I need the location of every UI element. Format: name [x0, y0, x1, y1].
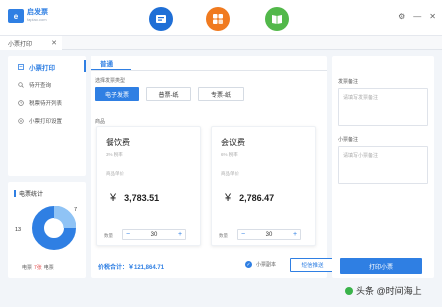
unit-price: ¥ 3,783.51: [110, 192, 159, 204]
price-value: 3,783.51: [124, 193, 160, 203]
plus-icon[interactable]: +: [290, 231, 300, 238]
app-logo: e 启发票 fapiao.com: [8, 9, 48, 23]
total-amount: 价税合计：￥121,864.71: [98, 265, 165, 271]
sidebar-item-receipt-print[interactable]: 小票打印: [8, 60, 86, 74]
sms-send-button[interactable]: 短信推送: [290, 258, 335, 272]
tab-normal[interactable]: 普通: [91, 56, 131, 70]
quantity-input[interactable]: 30: [248, 232, 290, 238]
stats-donut-chart: [32, 206, 76, 250]
checkbox-label: 小票副本: [256, 262, 277, 268]
quantity-input[interactable]: 30: [133, 232, 175, 238]
currency-symbol: ¥: [110, 192, 117, 204]
top-bar: e 启发票 fapiao.com ⚙ — ✕: [0, 0, 442, 36]
check-icon: ✓: [245, 261, 252, 268]
tab-receipt-print[interactable]: 小票打印 ✕: [0, 36, 62, 50]
sidebar-item-label: 小票打印设置: [29, 119, 63, 125]
sidebar-item-label: 待开查询: [29, 83, 52, 89]
currency-symbol: ¥: [225, 192, 232, 204]
legend-suffix: 电票: [43, 265, 54, 271]
minus-icon[interactable]: −: [238, 231, 248, 238]
sidebar-scroll-indicator: [84, 60, 86, 70]
watermark: 头条 @时间海上: [345, 284, 422, 297]
tab-strip: 小票打印 ✕: [0, 36, 442, 50]
goods-name: 会议费: [221, 138, 245, 147]
goods-card-meeting[interactable]: 会议费 6% 税率 商品单价 ¥ 2,786.47 数量 − 30 +: [211, 126, 316, 246]
type-e-invoice-button[interactable]: 电子发票: [95, 87, 139, 101]
invoice-type-label: 选择发票类型: [95, 78, 126, 84]
settings-icon: [18, 118, 24, 124]
quantity-label: 数量: [104, 233, 113, 238]
tax-rate: 6% 税率: [221, 152, 238, 157]
gear-icon[interactable]: ⚙: [398, 12, 405, 22]
goods-card-catering[interactable]: 餐饮费 3% 税率 商品单价 ¥ 3,783.51 数量 − 30 +: [96, 126, 201, 246]
sidebar-item-label: 税票待开列表: [29, 101, 63, 107]
goods-name: 餐饮费: [106, 138, 130, 147]
watermark-text: 头条 @时间海上: [356, 286, 422, 296]
watermark-icon: [345, 286, 353, 295]
window-controls: ⚙ — ✕: [398, 12, 436, 22]
minimize-icon[interactable]: —: [413, 12, 421, 22]
main-panel: 普通 选择发票类型 电子发票 普票-纸 专票-纸 商品 餐饮费 3% 税率 商品…: [91, 56, 335, 278]
invoice-app-icon[interactable]: [149, 7, 173, 31]
sidebar-item-label: 小票打印: [29, 65, 55, 72]
tab-divider: [91, 70, 327, 71]
type-paper-special-button[interactable]: 专票-纸: [198, 87, 244, 101]
e-invoice-stats: 电票统计 7 13 电票 7张 电票: [8, 182, 86, 278]
print-receipt-button[interactable]: 打印小票: [340, 258, 422, 274]
search-icon: [18, 82, 24, 88]
unit-price-label: 商品单价: [221, 171, 239, 176]
logo-name: 启发票: [27, 9, 48, 16]
grid-app-icon[interactable]: [206, 7, 230, 31]
book-app-icon[interactable]: [265, 7, 289, 31]
sidebar-item-pending-query[interactable]: 待开查询: [8, 78, 86, 92]
close-icon[interactable]: ✕: [51, 39, 57, 47]
receipt-note-input[interactable]: 请填写小票备注: [338, 146, 428, 184]
tax-rate: 3% 税率: [106, 152, 123, 157]
quantity-stepper: − 30 +: [237, 229, 301, 240]
quantity-label: 数量: [219, 233, 228, 238]
receipt-icon: [18, 64, 24, 70]
legend-prefix: 电票: [22, 265, 33, 271]
logo-sub: fapiao.com: [27, 17, 47, 22]
unit-price-label: 商品单价: [106, 171, 124, 176]
clock-icon: [18, 100, 24, 106]
sidebar: 小票打印 待开查询 税票待开列表 小票打印设置: [8, 56, 86, 176]
minus-icon[interactable]: −: [123, 231, 133, 238]
stats-legend: 电票 7张 电票: [22, 264, 54, 271]
stats-value-b: 13: [15, 227, 22, 233]
quantity-stepper: − 30 +: [122, 229, 186, 240]
goods-label: 商品: [95, 119, 106, 125]
close-icon[interactable]: ✕: [429, 12, 436, 22]
logo-mark: e: [8, 9, 24, 23]
price-value: 2,786.47: [239, 193, 275, 203]
stats-title: 电票统计: [14, 189, 43, 198]
receipt-copy-checkbox[interactable]: ✓ 小票副本: [245, 261, 276, 268]
invoice-note-input[interactable]: 请填写发票备注: [338, 88, 428, 126]
stats-value-a: 7: [74, 207, 78, 213]
receipt-note-label: 小票备注: [338, 137, 359, 143]
unit-price: ¥ 2,786.47: [225, 192, 274, 204]
donut-segment: [53, 206, 76, 229]
notes-panel: 发票备注 请填写发票备注 小票备注 请填写小票备注: [332, 56, 434, 278]
tab-label: 小票打印: [8, 41, 33, 48]
sidebar-item-print-settings[interactable]: 小票打印设置: [8, 114, 86, 128]
plus-icon[interactable]: +: [175, 231, 185, 238]
type-paper-normal-button[interactable]: 普票-纸: [146, 87, 191, 101]
sidebar-item-pending-list[interactable]: 税票待开列表: [8, 96, 86, 110]
invoice-note-label: 发票备注: [338, 79, 359, 85]
legend-value: 7张: [34, 265, 42, 271]
